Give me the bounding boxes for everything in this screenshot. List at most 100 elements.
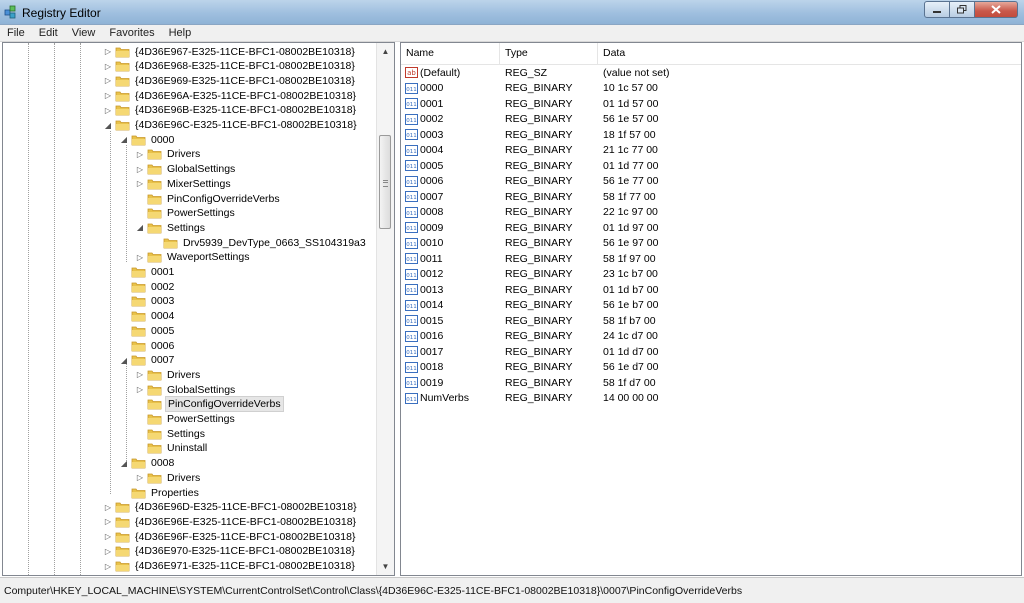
tree-node[interactable]: PowerSettings: [136, 206, 237, 221]
collapsed-arrow-icon[interactable]: ▷: [104, 76, 112, 85]
maximize-button[interactable]: [950, 1, 975, 18]
tree-node[interactable]: Drv5939_DevType_0663_SS104319a3: [152, 235, 368, 250]
tree-node-label[interactable]: {4D36E96A-E325-11CE-BFC1-08002BE10318}: [133, 89, 358, 103]
value-row[interactable]: 011 0018 REG_BINARY 56 1e d7 00: [401, 360, 1021, 375]
close-button[interactable]: [975, 1, 1018, 18]
tree-node-label[interactable]: PinConfigOverrideVerbs: [165, 192, 282, 206]
tree-node-label[interactable]: 0006: [149, 339, 176, 353]
tree-node[interactable]: ◢ 0000: [120, 132, 176, 147]
menu-help[interactable]: Help: [162, 25, 199, 41]
values-list[interactable]: Name Type Data ab (Default) REG_SZ (value n…: [400, 42, 1022, 576]
menu-edit[interactable]: Edit: [32, 25, 65, 41]
collapsed-arrow-icon[interactable]: ▷: [136, 370, 144, 379]
tree-node-label[interactable]: Drivers: [165, 368, 202, 382]
value-row[interactable]: 011 0019 REG_BINARY 58 1f d7 00: [401, 375, 1021, 390]
collapsed-arrow-icon[interactable]: ▷: [136, 473, 144, 482]
collapsed-arrow-icon[interactable]: ▷: [104, 517, 112, 526]
expanded-arrow-icon[interactable]: ◢: [136, 223, 144, 232]
collapsed-arrow-icon[interactable]: ▷: [136, 253, 144, 262]
tree-node[interactable]: ▷ GlobalSettings: [136, 162, 237, 177]
tree-node[interactable]: PinConfigOverrideVerbs: [136, 191, 282, 206]
tree-node[interactable]: 0002: [120, 279, 176, 294]
tree-node-label[interactable]: 0008: [149, 456, 176, 470]
tree-node[interactable]: ▷ Drivers: [136, 147, 202, 162]
tree-node-label[interactable]: WaveportSettings: [165, 250, 251, 264]
collapsed-arrow-icon[interactable]: ▷: [104, 562, 112, 571]
tree-node[interactable]: ▷ {4D36E96F-E325-11CE-BFC1-08002BE10318}: [104, 529, 357, 544]
tree-node-label[interactable]: Drv5939_DevType_0663_SS104319a3: [181, 236, 368, 250]
minimize-button[interactable]: [924, 1, 950, 18]
menu-favorites[interactable]: Favorites: [102, 25, 161, 41]
collapsed-arrow-icon[interactable]: ▷: [136, 150, 144, 159]
value-row[interactable]: 011 0008 REG_BINARY 22 1c 97 00: [401, 205, 1021, 220]
tree-node[interactable]: ◢ 0008: [120, 456, 176, 471]
tree-node[interactable]: ◢ 0007: [120, 353, 176, 368]
scroll-down-arrow-icon[interactable]: ▼: [377, 558, 394, 575]
tree-node-label[interactable]: 0007: [149, 353, 176, 367]
tree-node[interactable]: Uninstall: [136, 441, 209, 456]
value-row[interactable]: 011 0012 REG_BINARY 23 1c b7 00: [401, 267, 1021, 282]
collapsed-arrow-icon[interactable]: ▷: [136, 165, 144, 174]
value-row[interactable]: 011 0013 REG_BINARY 01 1d b7 00: [401, 282, 1021, 297]
value-row[interactable]: 011 0014 REG_BINARY 56 1e b7 00: [401, 298, 1021, 313]
value-row[interactable]: 011 0009 REG_BINARY 01 1d 97 00: [401, 220, 1021, 235]
value-row[interactable]: 011 0002 REG_BINARY 56 1e 57 00: [401, 112, 1021, 127]
tree-node-label[interactable]: {4D36E970-E325-11CE-BFC1-08002BE10318}: [133, 544, 357, 558]
column-name[interactable]: Name: [401, 43, 500, 64]
expanded-arrow-icon[interactable]: ◢: [120, 135, 128, 144]
menu-file[interactable]: File: [0, 25, 32, 41]
collapsed-arrow-icon[interactable]: ▷: [104, 62, 112, 71]
collapsed-arrow-icon[interactable]: ▷: [104, 47, 112, 56]
tree-node-label[interactable]: Properties: [149, 486, 201, 500]
value-row[interactable]: 011 0011 REG_BINARY 58 1f 97 00: [401, 251, 1021, 266]
tree-node-label[interactable]: {4D36E96D-E325-11CE-BFC1-08002BE10318}: [133, 500, 359, 514]
tree-node[interactable]: ▷ Drivers: [136, 367, 202, 382]
tree-node[interactable]: PowerSettings: [136, 412, 237, 427]
tree-node[interactable]: ▷ {4D36E970-E325-11CE-BFC1-08002BE10318}: [104, 544, 357, 559]
tree-node-label[interactable]: 0004: [149, 309, 176, 323]
tree-node-label[interactable]: {4D36E967-E325-11CE-BFC1-08002BE10318}: [133, 45, 357, 59]
tree-node[interactable]: ▷ {4D36E96A-E325-11CE-BFC1-08002BE10318}: [104, 88, 358, 103]
expanded-arrow-icon[interactable]: ◢: [120, 459, 128, 468]
collapsed-arrow-icon[interactable]: ▷: [104, 106, 112, 115]
expanded-arrow-icon[interactable]: ◢: [104, 121, 112, 130]
tree-node[interactable]: PinConfigOverrideVerbs: [136, 396, 284, 413]
tree-node[interactable]: ◢ {4D36E96C-E325-11CE-BFC1-08002BE10318}: [104, 118, 359, 133]
tree-node-label[interactable]: {4D36E968-E325-11CE-BFC1-08002BE10318}: [133, 59, 357, 73]
tree-node[interactable]: ◢ Settings: [136, 220, 207, 235]
tree-node-label[interactable]: GlobalSettings: [165, 383, 237, 397]
tree-node[interactable]: ▷ Drivers: [136, 470, 202, 485]
tree-node-label[interactable]: {4D36E971-E325-11CE-BFC1-08002BE10318}: [133, 559, 357, 573]
collapsed-arrow-icon[interactable]: ▷: [104, 91, 112, 100]
tree-node[interactable]: 0006: [120, 338, 176, 353]
tree-node[interactable]: ▷ WaveportSettings: [136, 250, 251, 265]
tree-node[interactable]: 0001: [120, 265, 176, 280]
scrollbar-thumb[interactable]: [379, 135, 391, 229]
tree-node-label[interactable]: Uninstall: [165, 441, 209, 455]
tree-node-label[interactable]: {4D36E969-E325-11CE-BFC1-08002BE10318}: [133, 74, 357, 88]
tree-node[interactable]: 0003: [120, 294, 176, 309]
tree-node[interactable]: ▷ GlobalSettings: [136, 382, 237, 397]
tree-node-label[interactable]: PowerSettings: [165, 206, 237, 220]
tree-node[interactable]: ▷ {4D36E967-E325-11CE-BFC1-08002BE10318}: [104, 44, 357, 59]
value-row[interactable]: ab (Default) REG_SZ (value not set): [401, 65, 1021, 80]
tree-node[interactable]: ▷ MixerSettings: [136, 176, 233, 191]
tree-node[interactable]: ▷ {4D36E96B-E325-11CE-BFC1-08002BE10318}: [104, 103, 358, 118]
tree-node[interactable]: Properties: [120, 485, 201, 500]
tree-node-label[interactable]: 0003: [149, 294, 176, 308]
collapsed-arrow-icon[interactable]: ▷: [136, 385, 144, 394]
tree-node[interactable]: ▷ {4D36E968-E325-11CE-BFC1-08002BE10318}: [104, 59, 357, 74]
value-row[interactable]: 011 0016 REG_BINARY 24 1c d7 00: [401, 329, 1021, 344]
tree-node-label[interactable]: {4D36E96C-E325-11CE-BFC1-08002BE10318}: [133, 118, 359, 132]
tree-node[interactable]: ▷ {4D36E96D-E325-11CE-BFC1-08002BE10318}: [104, 500, 359, 515]
value-row[interactable]: 011 0006 REG_BINARY 56 1e 77 00: [401, 174, 1021, 189]
tree-node-label[interactable]: {4D36E96F-E325-11CE-BFC1-08002BE10318}: [133, 530, 357, 544]
tree-vertical-scrollbar[interactable]: ▲ ▼: [376, 43, 394, 575]
collapsed-arrow-icon[interactable]: ▷: [136, 179, 144, 188]
tree-node[interactable]: Settings: [136, 426, 207, 441]
value-row[interactable]: 011 0004 REG_BINARY 21 1c 77 00: [401, 143, 1021, 158]
value-row[interactable]: 011 0000 REG_BINARY 10 1c 57 00: [401, 81, 1021, 96]
tree-node-label[interactable]: {4D36E96E-E325-11CE-BFC1-08002BE10318}: [133, 515, 358, 529]
tree-node-label[interactable]: 0002: [149, 280, 176, 294]
value-row[interactable]: 011 0001 REG_BINARY 01 1d 57 00: [401, 96, 1021, 111]
